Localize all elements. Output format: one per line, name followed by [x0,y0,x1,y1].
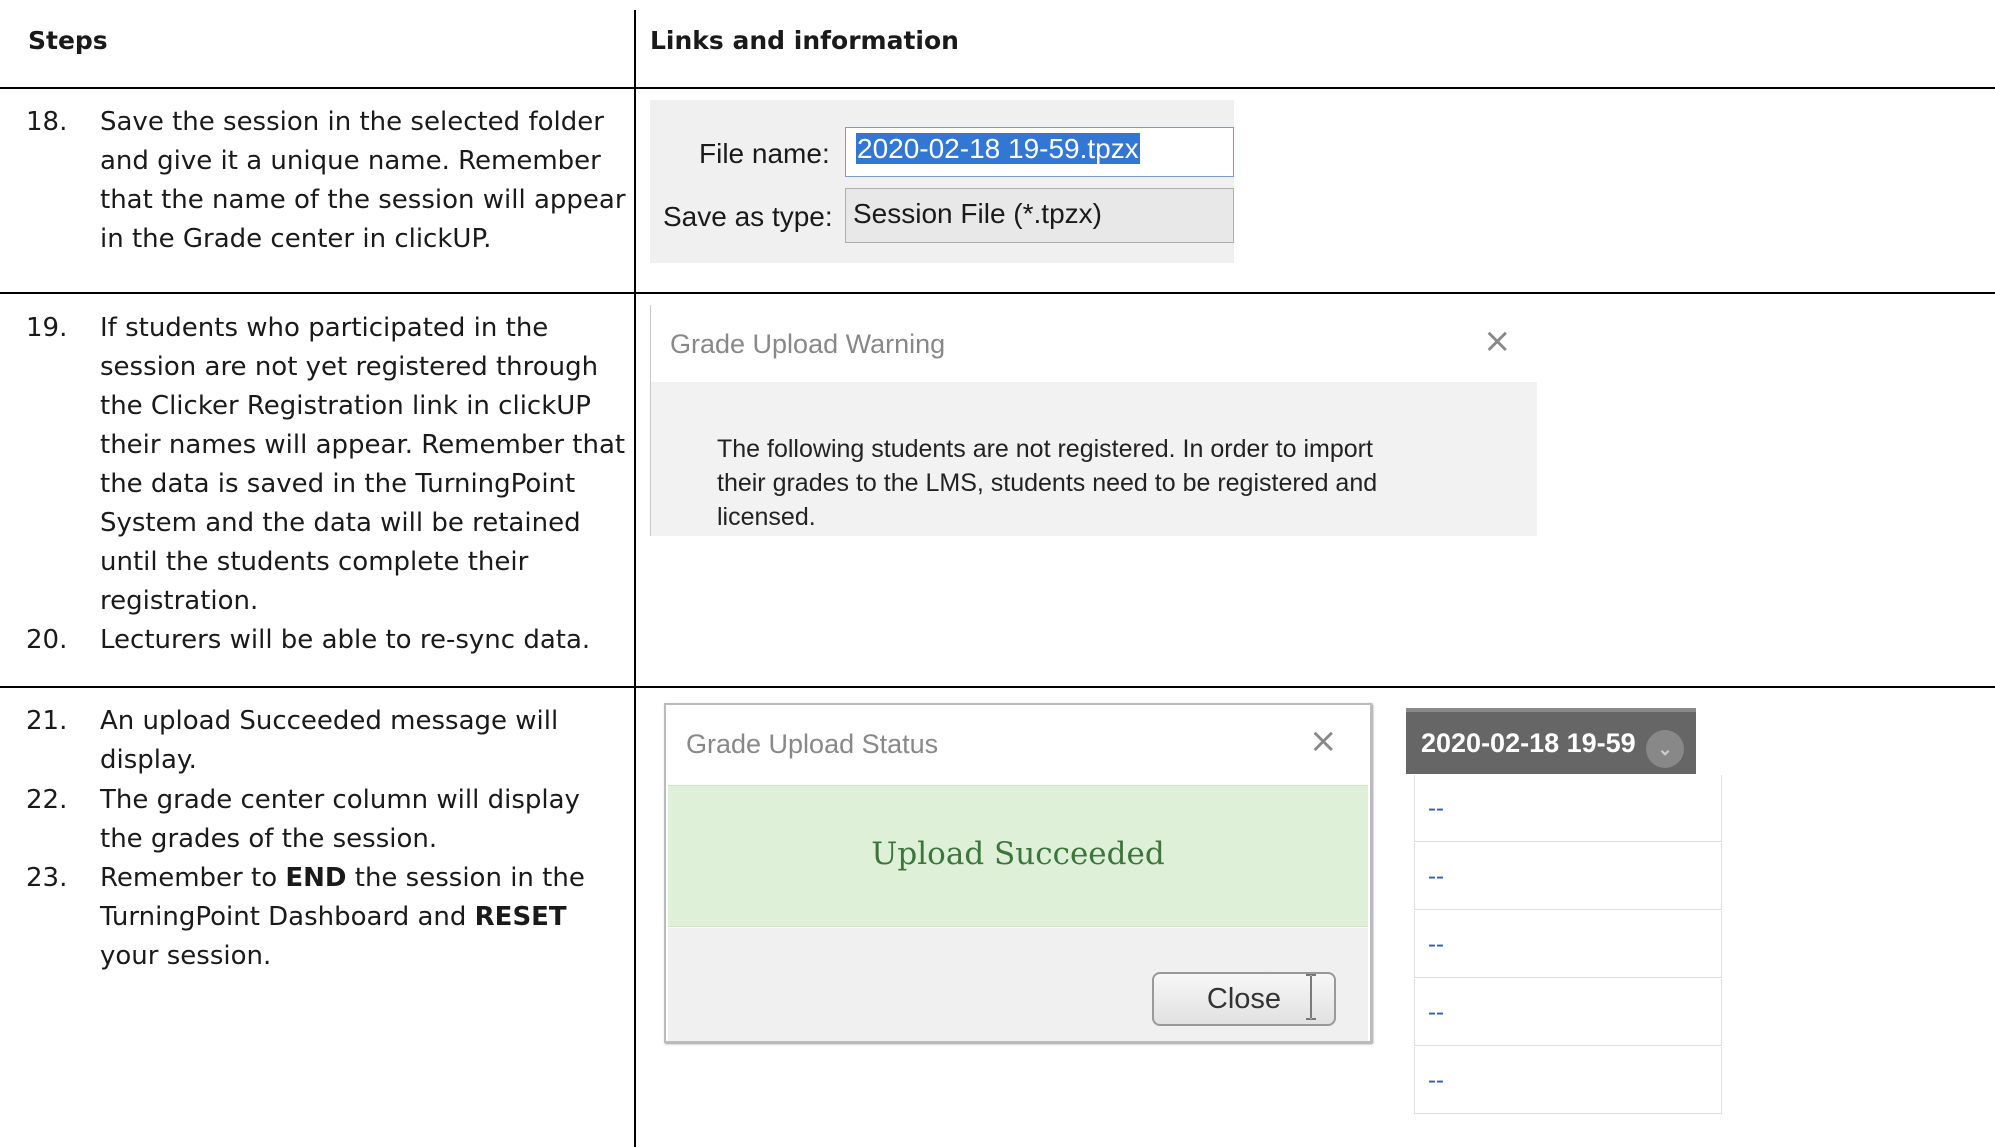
warning-message: The following students are not registere… [717,435,1378,531]
warning-body: The following students are not registere… [651,382,1537,536]
step-text: Remember to END the session in the Turni… [100,863,585,971]
save-type-select[interactable]: Session File (*.tpzx) [845,188,1234,243]
column-title: 2020-02-18 19-59 [1421,728,1636,758]
column-header[interactable]: 2020-02-18 19-59 ⌄ [1406,708,1696,774]
grade-cell[interactable]: -- [1414,1047,1722,1114]
steps-header: Steps [28,26,108,55]
row-divider [0,87,1995,89]
step-text: Lecturers will be able to re-sync data. [100,625,591,655]
document-page: Steps Links and information 18. Save the… [0,0,1995,1147]
grade-cell[interactable]: -- [1414,979,1722,1046]
grade-upload-warning-screenshot: Grade Upload Warning × The following stu… [650,305,1537,536]
grade-upload-status-screenshot: Grade Upload Status × Upload Succeeded C… [664,703,1372,1043]
file-name-label: File name: [699,138,830,169]
row-divider [0,686,1995,688]
file-name-input[interactable]: 2020-02-18 19-59.tpzx [845,127,1234,177]
save-type-label: Save as type: [663,201,833,232]
chevron-down-icon[interactable]: ⌄ [1646,730,1684,768]
status-message: Upload Succeeded [871,836,1165,872]
status-title: Grade Upload Status [686,729,939,759]
grade-center-column-screenshot: 2020-02-18 19-59 ⌄ -- -- -- -- -- [1406,703,1728,1123]
grade-cell[interactable]: -- [1414,775,1722,842]
warning-title: Grade Upload Warning [670,329,946,359]
close-icon[interactable]: × [1309,721,1338,761]
step-text: An upload Succeeded message will display… [100,706,559,775]
step-text: If students who participated in the sess… [100,313,626,616]
grade-cell[interactable]: -- [1414,911,1722,978]
close-icon[interactable]: × [1483,321,1512,361]
grade-cell[interactable]: -- [1414,843,1722,910]
step-text: The grade center column will display the… [100,785,580,854]
row-divider [0,292,1995,294]
step-text: Save the session in the selected folder … [100,107,626,254]
links-header: Links and information [650,26,959,55]
file-name-value: 2020-02-18 19-59.tpzx [856,133,1140,164]
text-cursor-icon [1306,974,1316,1020]
dialog-footer: Close [668,928,1368,1041]
save-type-value: Session File (*.tpzx) [853,198,1102,229]
success-banner: Upload Succeeded [668,785,1368,927]
save-dialog-screenshot: File name: 2020-02-18 19-59.tpzx Save as… [650,100,1234,263]
